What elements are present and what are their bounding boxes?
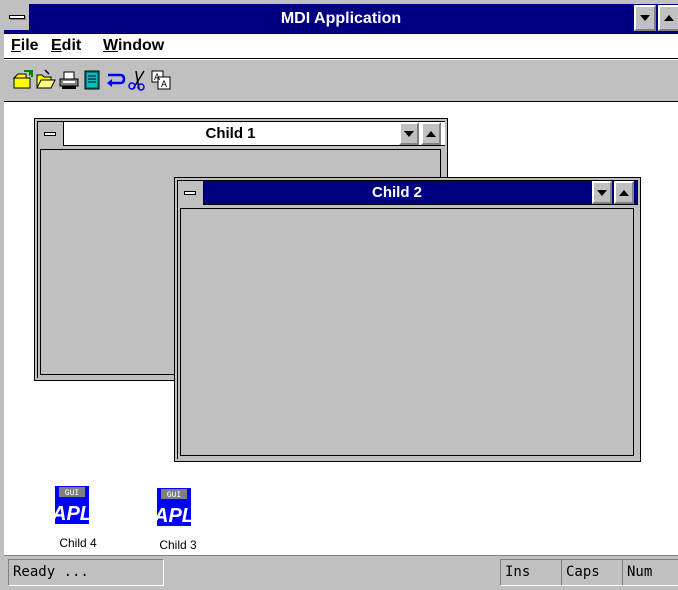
child-1-system-menu-button[interactable] xyxy=(38,122,64,146)
open-icon[interactable] xyxy=(35,69,57,91)
child-1-system-menu-icon xyxy=(44,132,56,136)
status-caps: Caps xyxy=(561,559,624,586)
child-1-minimize-button[interactable] xyxy=(399,122,419,145)
child-2-maximize-button[interactable] xyxy=(614,181,634,204)
minimized-child-3[interactable]: GUI APL Child 3 xyxy=(148,488,208,554)
toolbar: AA xyxy=(4,60,678,102)
child-2-system-menu-icon xyxy=(184,191,196,195)
minimize-button[interactable] xyxy=(634,5,656,31)
menu-edit[interactable]: Edit xyxy=(51,37,81,55)
child-2-minimize-arrow-icon xyxy=(597,189,607,196)
svg-text:APL: APL xyxy=(157,505,191,526)
menu-file[interactable]: File xyxy=(11,37,39,55)
minimized-child-4-label: Child 4 xyxy=(59,536,97,550)
svg-text:GUI: GUI xyxy=(167,491,181,500)
child-2-title-bar[interactable]: Child 2 xyxy=(178,181,638,205)
child-2-client-area[interactable] xyxy=(180,208,634,456)
maximize-arrow-icon xyxy=(664,15,674,21)
svg-text:A: A xyxy=(161,79,167,89)
child-1-title-bar[interactable]: Child 1 xyxy=(38,122,445,146)
child-1-maximize-button[interactable] xyxy=(421,122,441,145)
svg-text:APL: APL xyxy=(55,503,89,524)
minimized-child-3-label: Child 3 xyxy=(159,538,197,552)
status-message: Ready ... xyxy=(8,559,164,586)
child-1-minimize-arrow-icon xyxy=(404,130,414,137)
app-title: MDI Application xyxy=(280,10,402,27)
font-icon[interactable]: AA xyxy=(150,69,172,91)
svg-text:GUI: GUI xyxy=(65,489,79,498)
menu-bar: File Edit Window xyxy=(4,35,678,59)
status-num: Num xyxy=(622,559,678,586)
child-2-title: Child 2 xyxy=(371,184,422,201)
child-2-maximize-arrow-icon xyxy=(619,189,629,196)
menu-window[interactable]: Window xyxy=(103,37,164,55)
child-window-2[interactable]: Child 2 xyxy=(174,177,641,462)
svg-text:A: A xyxy=(154,72,160,82)
print-icon[interactable] xyxy=(58,69,80,91)
cut-icon[interactable] xyxy=(127,69,149,91)
maximize-button[interactable] xyxy=(658,5,678,31)
apl-app-icon: GUI APL xyxy=(55,486,89,524)
minimize-arrow-icon xyxy=(640,15,650,21)
child-2-system-menu-button[interactable] xyxy=(178,181,204,205)
child-window-2-frame: Child 2 xyxy=(177,180,638,459)
status-ins: Ins xyxy=(500,559,562,586)
child-1-title: Child 1 xyxy=(205,125,256,142)
title-bar[interactable]: MDI Application xyxy=(4,4,678,34)
child-2-minimize-button[interactable] xyxy=(592,181,612,204)
document-icon[interactable] xyxy=(81,69,103,91)
undo-icon[interactable] xyxy=(104,69,126,91)
new-icon[interactable] xyxy=(12,69,34,91)
status-bar: Ready ... Ins Caps Num xyxy=(4,555,678,587)
minimized-child-4[interactable]: GUI APL Child 4 xyxy=(48,486,108,552)
apl-app-icon: GUI APL xyxy=(157,488,191,526)
child-1-maximize-arrow-icon xyxy=(426,130,436,137)
